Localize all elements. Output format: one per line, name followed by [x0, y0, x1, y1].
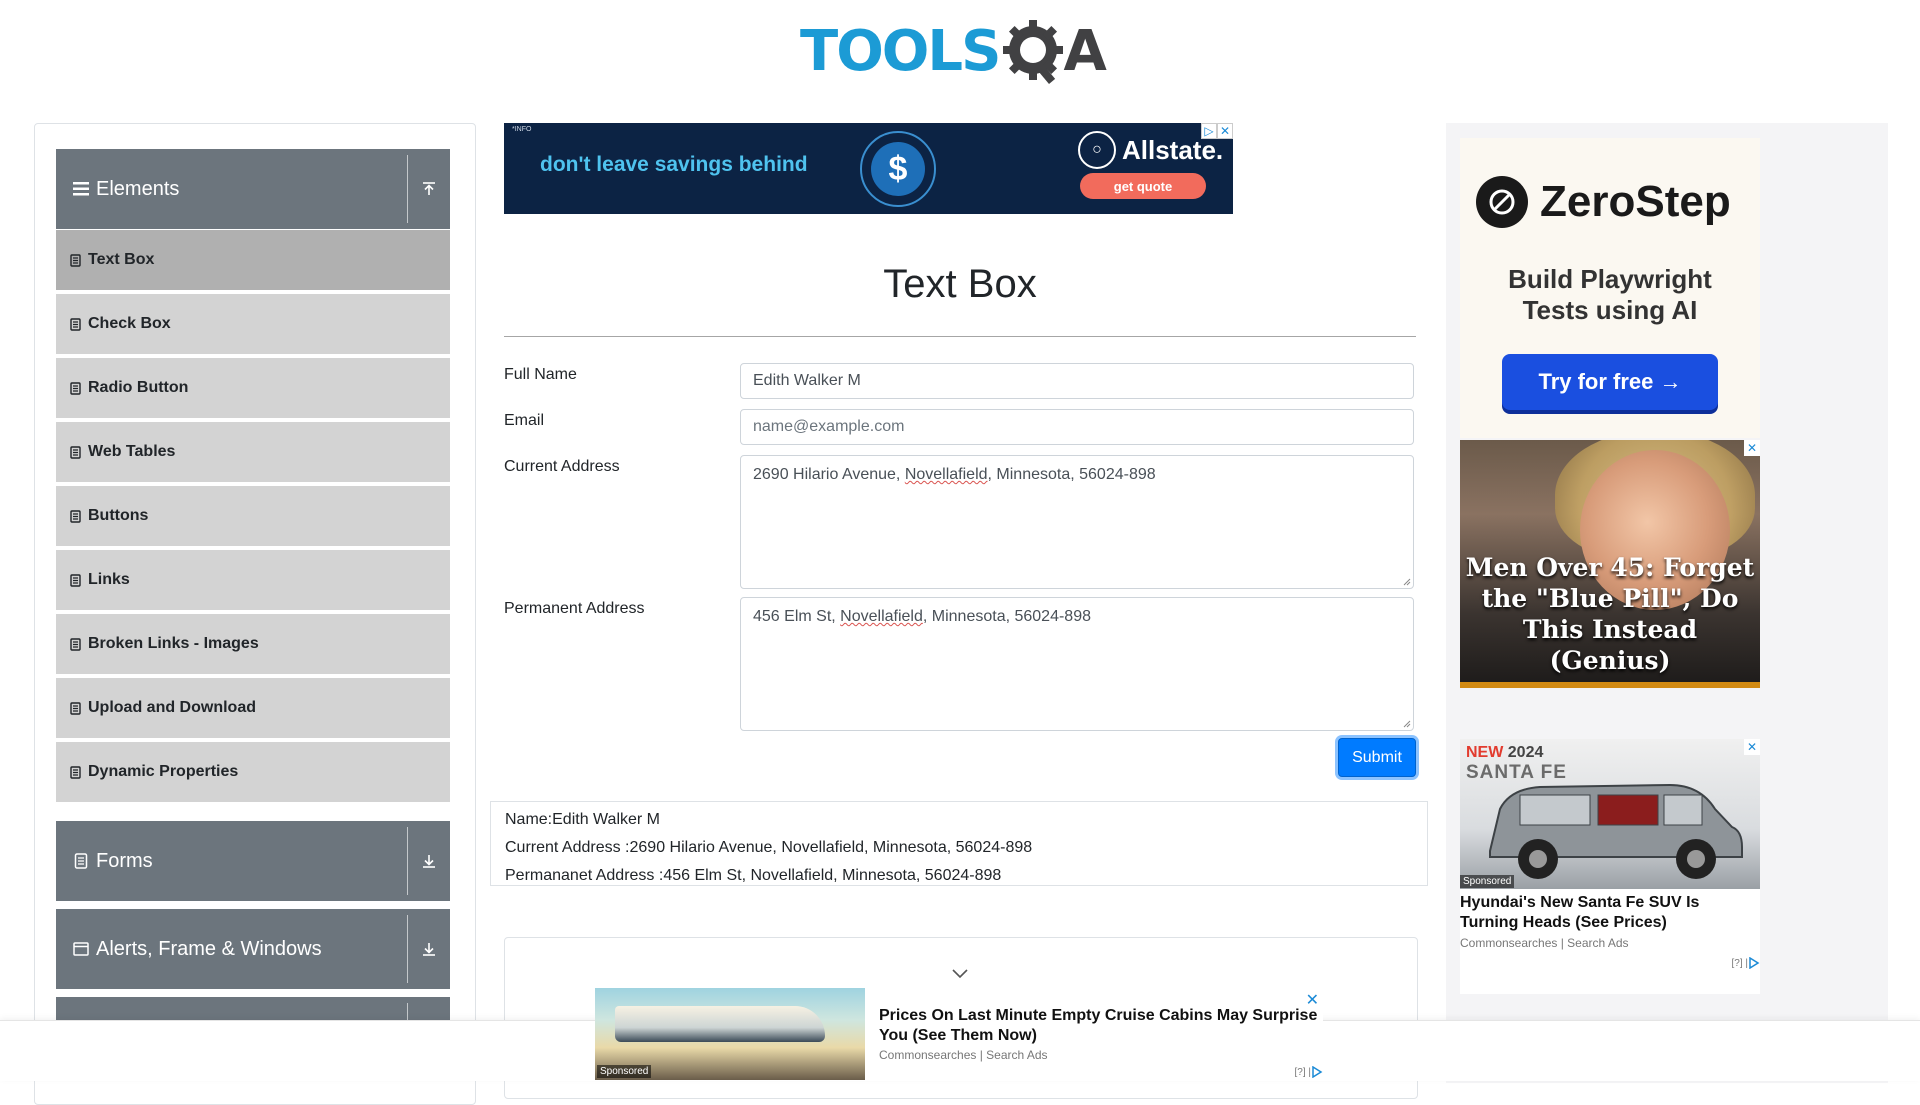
hamburger-icon	[72, 182, 90, 196]
zerostep-logo: ZeroStep	[1476, 176, 1731, 228]
item-icon	[70, 509, 82, 523]
group-elements[interactable]: Elements	[56, 149, 450, 229]
close-icon[interactable]: ✕	[1744, 440, 1760, 456]
adchoices-icon[interactable]: ▷	[1201, 123, 1217, 139]
sidebar-item-radio-button[interactable]: Radio Button	[56, 358, 450, 420]
permanent-address-textarea[interactable]: 456 Elm St, Novellafield, Minnesota, 560…	[740, 597, 1414, 731]
close-icon[interactable]: ✕	[1306, 990, 1319, 1010]
get-quote-button[interactable]: get quote	[1080, 173, 1206, 199]
sidebar-item-broken-links[interactable]: Broken Links - Images	[56, 614, 450, 676]
collapse-icon[interactable]	[408, 149, 450, 229]
title-divider	[504, 336, 1416, 337]
group-label: Forms	[96, 849, 153, 872]
group-forms[interactable]: Forms	[56, 821, 450, 901]
current-address-textarea[interactable]: 2690 Hilario Avenue, Novellafield, Minne…	[740, 455, 1414, 589]
item-icon	[70, 317, 82, 331]
full-name-input[interactable]: Edith Walker M	[740, 363, 1414, 399]
ad-headline[interactable]: Prices On Last Minute Empty Cruise Cabin…	[879, 1006, 1319, 1046]
form-icon	[72, 853, 90, 869]
zerostep-icon	[1476, 176, 1528, 228]
output-permanent-address: Permananet Address :456 Elm St, Novellaf…	[505, 867, 1002, 884]
page-title: Text Box	[883, 262, 1037, 306]
item-icon	[70, 765, 82, 779]
sidebar-item-buttons[interactable]: Buttons	[56, 486, 450, 548]
current-address-label: Current Address	[504, 458, 620, 475]
hands-icon: ○	[1078, 131, 1116, 169]
group-label: Alerts, Frame & Windows	[96, 937, 322, 960]
try-for-free-button[interactable]: Try for free →	[1502, 354, 1718, 410]
logo-a: A	[1063, 19, 1107, 84]
ad-slogan: don't leave savings behind	[540, 153, 808, 176]
ship-shape	[615, 1006, 825, 1042]
ad-headline[interactable]: Hyundai's New Santa Fe SUV Is Turning He…	[1460, 893, 1760, 933]
adchoices[interactable]: [?] |	[1732, 957, 1761, 969]
zerostep-ad[interactable]: ZeroStep Build Playwright Tests using AI…	[1460, 138, 1760, 438]
ad-headline: Men Over 45: Forget the "Blue Pill", Do …	[1465, 553, 1755, 675]
full-name-label: Full Name	[504, 366, 577, 383]
close-icon[interactable]: ✕	[1217, 123, 1233, 139]
resize-handle[interactable]	[1403, 578, 1411, 586]
item-icon	[70, 381, 82, 395]
left-panel: Elements Text Box Check Box Radio Button…	[34, 123, 476, 1105]
header: TOOLS A	[0, 0, 1920, 100]
sidebar-item-dynamic-properties[interactable]: Dynamic Properties	[56, 742, 450, 804]
item-icon	[70, 701, 82, 715]
resize-handle[interactable]	[1403, 720, 1411, 728]
permanent-address-label: Permanent Address	[504, 600, 645, 617]
item-icon	[70, 573, 82, 587]
allstate-ad[interactable]: *INFO don't leave savings behind $ ○ All…	[504, 123, 1233, 214]
adchoices-icon[interactable]	[1748, 957, 1760, 969]
item-icon	[70, 637, 82, 651]
email-label: Email	[504, 412, 545, 429]
suv-icon	[1489, 783, 1743, 879]
spellcheck-word: Novellafield	[840, 608, 923, 625]
close-icon[interactable]: ✕	[1744, 739, 1760, 755]
sidebar-item-check-box[interactable]: Check Box	[56, 294, 450, 356]
ad-bar	[1460, 682, 1760, 688]
zerostep-tagline: Build Playwright Tests using AI	[1508, 264, 1712, 325]
ad-source: Commonsearches | Search Ads	[879, 1048, 1048, 1062]
expand-icon[interactable]	[408, 821, 450, 901]
group-label: Elements	[96, 177, 180, 200]
adchoices-icon[interactable]	[1311, 1066, 1323, 1078]
email-input[interactable]: name@example.com	[740, 409, 1414, 445]
car-image: NEW 2024 SANTA FE ✕	[1460, 739, 1760, 889]
cruise-ad[interactable]: Sponsored Prices On Last Minute Empty Cr…	[595, 988, 1323, 1080]
sidebar-item-web-tables[interactable]: Web Tables	[56, 422, 450, 484]
sidebar-item-links[interactable]: Links	[56, 550, 450, 612]
toolsqa-logo[interactable]: TOOLS A	[800, 14, 1107, 90]
chevron-down-icon[interactable]	[951, 968, 969, 980]
sidebar-item-text-box[interactable]: Text Box	[56, 230, 450, 292]
ad-source: Commonsearches | Search Ads	[1460, 936, 1629, 950]
gear-q-icon	[1003, 20, 1064, 84]
expand-icon[interactable]	[408, 909, 450, 989]
output-current-address: Current Address :2690 Hilario Avenue, No…	[505, 839, 1033, 856]
item-icon	[70, 445, 82, 459]
sponsored-label: Sponsored	[1460, 875, 1515, 888]
hyundai-ad[interactable]: NEW 2024 SANTA FE ✕ Sponsored Hyundai's …	[1460, 739, 1760, 994]
spellcheck-word: Novellafield	[904, 466, 988, 483]
ad-info-label: *INFO	[512, 126, 532, 133]
output-panel: Name:Edith Walker M Current Address :269…	[490, 801, 1428, 886]
group-alerts-frame-windows[interactable]: Alerts, Frame & Windows	[56, 909, 450, 989]
adchoices[interactable]: [?] |	[1295, 1066, 1324, 1078]
logo-text: TOOLS	[800, 19, 1001, 84]
item-icon	[70, 253, 82, 267]
sidebar-item-upload-download[interactable]: Upload and Download	[56, 678, 450, 740]
adchoices[interactable]: ▷ ✕	[1201, 123, 1233, 139]
submit-button[interactable]: Submit	[1338, 738, 1416, 777]
men-over-45-ad[interactable]: Men Over 45: Forget the "Blue Pill", Do …	[1460, 440, 1760, 688]
window-icon	[72, 942, 90, 956]
cruise-image: Sponsored	[595, 988, 865, 1080]
dollar-icon: $	[860, 131, 936, 207]
sponsored-label: Sponsored	[597, 1065, 652, 1078]
output-name: Name:Edith Walker M	[505, 811, 660, 828]
